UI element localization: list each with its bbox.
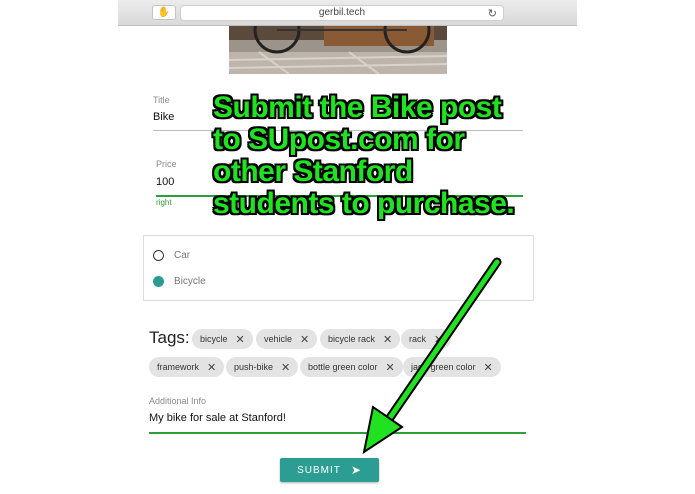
- submit-button[interactable]: SUBMIT ➤: [280, 458, 379, 482]
- title-label: Title: [153, 95, 170, 105]
- listing-photo: [229, 26, 447, 74]
- tag-chip-label: bottle green color: [308, 362, 378, 372]
- tag-chip[interactable]: push-bike ✕: [226, 357, 299, 377]
- tag-chip[interactable]: bicycle rack ✕: [320, 329, 401, 349]
- radio-checked-icon[interactable]: [153, 275, 164, 287]
- tag-chip-label: bicycle: [200, 334, 228, 344]
- annotation-line: Submit the Bike post: [213, 91, 502, 124]
- radio-option-bicycle[interactable]: Bicycle: [153, 274, 206, 288]
- reload-icon[interactable]: ↻: [488, 7, 497, 21]
- price-helper-text: right: [156, 198, 172, 207]
- annotation-line: to SUpost.com for: [213, 123, 465, 156]
- price-input[interactable]: 100: [156, 176, 174, 188]
- price-label: Price: [156, 159, 177, 169]
- close-icon[interactable]: ✕: [434, 333, 443, 346]
- tag-chip-label: jade green color: [411, 362, 476, 372]
- tag-chip-label: rack: [409, 334, 427, 344]
- send-icon: ➤: [350, 463, 362, 477]
- tag-chip[interactable]: framework ✕: [149, 357, 225, 377]
- category-radio-group: Car Bicycle: [143, 235, 534, 301]
- tag-chip-label: framework: [157, 362, 200, 372]
- url-text: gerbil.tech: [318, 7, 366, 18]
- tag-chip[interactable]: jade green color ✕: [403, 357, 501, 377]
- tag-chip-label: vehicle: [264, 334, 293, 344]
- tag-chip[interactable]: rack ✕: [401, 329, 452, 349]
- close-icon[interactable]: ✕: [281, 361, 290, 374]
- tag-chip[interactable]: vehicle ✕: [256, 329, 318, 349]
- annotation-line: students to purchase.: [213, 187, 515, 220]
- close-icon[interactable]: ✕: [207, 361, 216, 374]
- additional-info-label: Additional Info: [149, 396, 207, 406]
- annotation-text: Submit the Bike post to SUpost.com for o…: [213, 92, 573, 220]
- title-input[interactable]: Bike: [153, 111, 174, 123]
- tags-label: Tags:: [149, 328, 190, 347]
- radio-label-car: Car: [174, 249, 191, 261]
- submit-label: SUBMIT: [297, 464, 341, 476]
- close-icon[interactable]: ✕: [383, 333, 392, 346]
- additional-info-input[interactable]: My bike for sale at Stanford!: [149, 412, 286, 424]
- additional-info-underline: [149, 432, 526, 434]
- radio-unchecked-icon[interactable]: [153, 249, 164, 261]
- close-icon[interactable]: ✕: [484, 361, 493, 374]
- address-bar[interactable]: gerbil.tech ↻: [180, 5, 504, 21]
- tag-chip[interactable]: bottle green color ✕: [300, 357, 403, 377]
- tag-chip-label: bicycle rack: [328, 334, 376, 344]
- close-icon[interactable]: ✕: [300, 333, 309, 346]
- tag-chip[interactable]: bicycle ✕: [192, 329, 253, 349]
- close-icon[interactable]: ✕: [236, 333, 245, 346]
- annotation-line: other Stanford: [213, 155, 413, 188]
- radio-option-car[interactable]: Car: [153, 248, 190, 262]
- radio-label-bicycle: Bicycle: [174, 275, 206, 287]
- browser-toolbar: ✋ gerbil.tech ↻: [118, 0, 577, 26]
- close-icon[interactable]: ✕: [386, 361, 395, 374]
- tag-chip-label: push-bike: [234, 362, 274, 372]
- hand-icon[interactable]: ✋: [152, 5, 176, 20]
